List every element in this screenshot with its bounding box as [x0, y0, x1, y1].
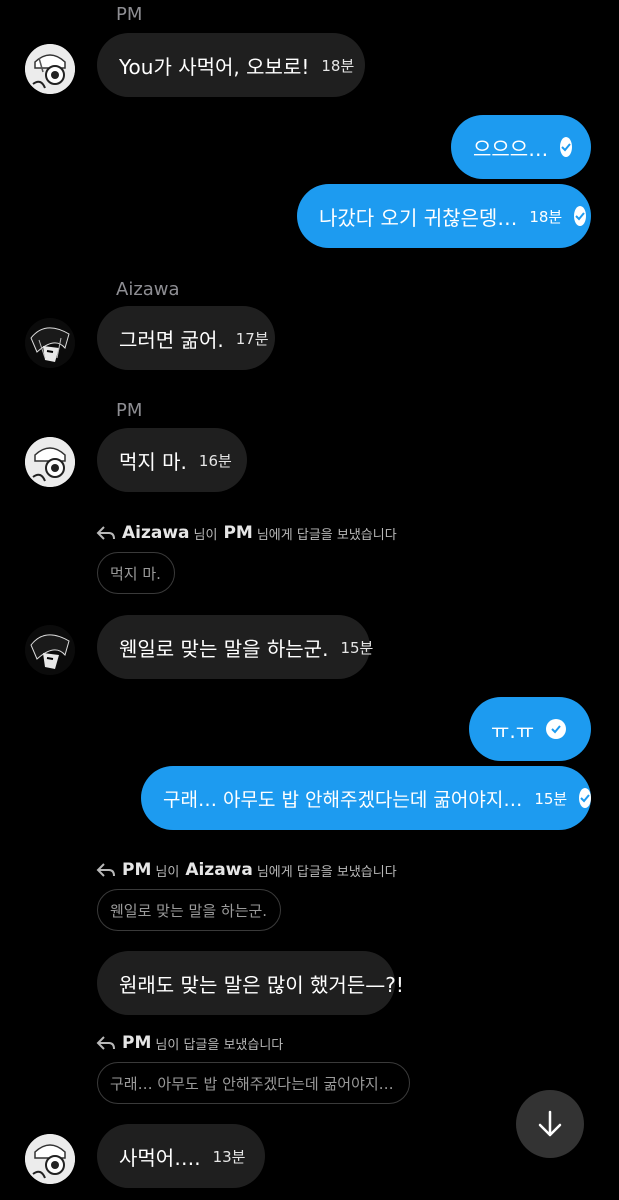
message-text: ㅠ.ㅠ [491, 718, 535, 743]
avatar-aizawa-image [25, 318, 75, 368]
reply-gap: 님에게 답글을 보냈습니다 [256, 527, 397, 543]
reply-indicator: PM 님이 Aizawa 님에게 답글을 보냈습니다 [96, 860, 403, 880]
quote-text: 웬일로 맞는 말을 하는군. [110, 901, 268, 920]
message-text: 구래… 아무도 밥 안해주겠다는데 굶어야지… [163, 788, 523, 811]
reply-gap: 님이 [155, 864, 180, 880]
message-time: 16분 [198, 451, 232, 470]
reply-indicator: Aizawa 님이 PM 님에게 답글을 보냈습니다 [96, 523, 403, 543]
message-time: 17분 [235, 329, 269, 348]
message-text: 원래도 맞는 말은 많이 했거든—?! [119, 972, 404, 997]
message-text: You가 사먹어, 오보로! [119, 54, 310, 79]
message-bubble-outgoing[interactable]: 나갔다 오기 귀찮은뎅… 18분 [297, 184, 591, 248]
message-bubble-outgoing[interactable]: ㅠ.ㅠ [469, 697, 591, 761]
message-text: 먹지 마. [119, 449, 187, 474]
avatar-pm[interactable] [25, 1134, 75, 1184]
sender-name: PM [116, 4, 143, 25]
avatar-aizawa[interactable] [25, 625, 75, 675]
message-bubble[interactable]: 원래도 맞는 말은 많이 했거든—?! [97, 951, 404, 1015]
sender-name: Aizawa [116, 279, 180, 300]
reply-from: Aizawa [122, 523, 190, 543]
reply-from: PM [122, 860, 152, 880]
message-bubble[interactable]: 그러면 굶어. 17분 [97, 306, 275, 370]
message-time: 18분 [529, 207, 563, 226]
quote-text: 먹지 마. [110, 564, 161, 583]
avatar-pm[interactable] [25, 437, 75, 487]
reply-gap: 님에게 답글을 보냈습니다 [256, 864, 397, 880]
avatar-pm[interactable] [25, 44, 75, 94]
message-bubble[interactable]: 사먹어…. 13분 [97, 1124, 265, 1188]
scroll-to-bottom-button[interactable] [516, 1090, 584, 1158]
reply-gap: 님이 [193, 527, 218, 543]
message-bubble[interactable]: You가 사먹어, 오보로! 18분 [97, 33, 365, 97]
avatar-pm-image [25, 44, 75, 94]
avatar-aizawa[interactable] [25, 318, 75, 368]
check-circle-icon [574, 206, 587, 226]
reply-quote[interactable]: 먹지 마. [97, 552, 175, 594]
reply-gap: 님이 답글을 보냈습니다 [155, 1037, 284, 1053]
message-time: 15분 [340, 638, 374, 657]
reply-indicator: PM 님이 답글을 보냈습니다 [96, 1033, 289, 1053]
reply-to: PM [223, 523, 253, 543]
quote-text: 구래… 아무도 밥 안해주겠다는데 굶어야지… [110, 1074, 394, 1093]
message-bubble[interactable]: 웬일로 맞는 말을 하는군. 15분 [97, 615, 374, 679]
message-text: 웬일로 맞는 말을 하는군. [119, 636, 329, 661]
avatar-aizawa-image [25, 625, 75, 675]
check-circle-icon [546, 719, 567, 739]
message-bubble-outgoing[interactable]: 구래… 아무도 밥 안해주겠다는데 굶어야지… 15분 [141, 766, 592, 830]
message-time: 13분 [212, 1147, 246, 1166]
reply-arrow-icon [96, 526, 115, 540]
message-time: 15분 [534, 789, 568, 808]
message-text: 사먹어…. [119, 1145, 201, 1170]
reply-from: PM [122, 1033, 152, 1053]
reply-arrow-icon [96, 863, 115, 877]
avatar-pm-image [25, 437, 75, 487]
reply-to: Aizawa [185, 860, 253, 880]
reply-quote[interactable]: 구래… 아무도 밥 안해주겠다는데 굶어야지… [97, 1062, 410, 1104]
reply-arrow-icon [96, 1036, 115, 1050]
message-bubble-outgoing[interactable]: 으으으… [451, 115, 591, 179]
message-text: 나갔다 오기 귀찮은뎅… [319, 205, 518, 230]
message-time: 18분 [321, 56, 355, 75]
message-bubble[interactable]: 먹지 마. 16분 [97, 428, 247, 492]
check-circle-icon [560, 137, 573, 157]
arrow-down-icon [538, 1110, 562, 1137]
check-circle-icon [579, 788, 592, 808]
message-text: 그러면 굶어. [119, 327, 224, 352]
sender-name: PM [116, 400, 143, 421]
reply-quote[interactable]: 웬일로 맞는 말을 하는군. [97, 889, 281, 931]
avatar-pm-image [25, 1134, 75, 1184]
message-text: 으으으… [473, 136, 549, 161]
